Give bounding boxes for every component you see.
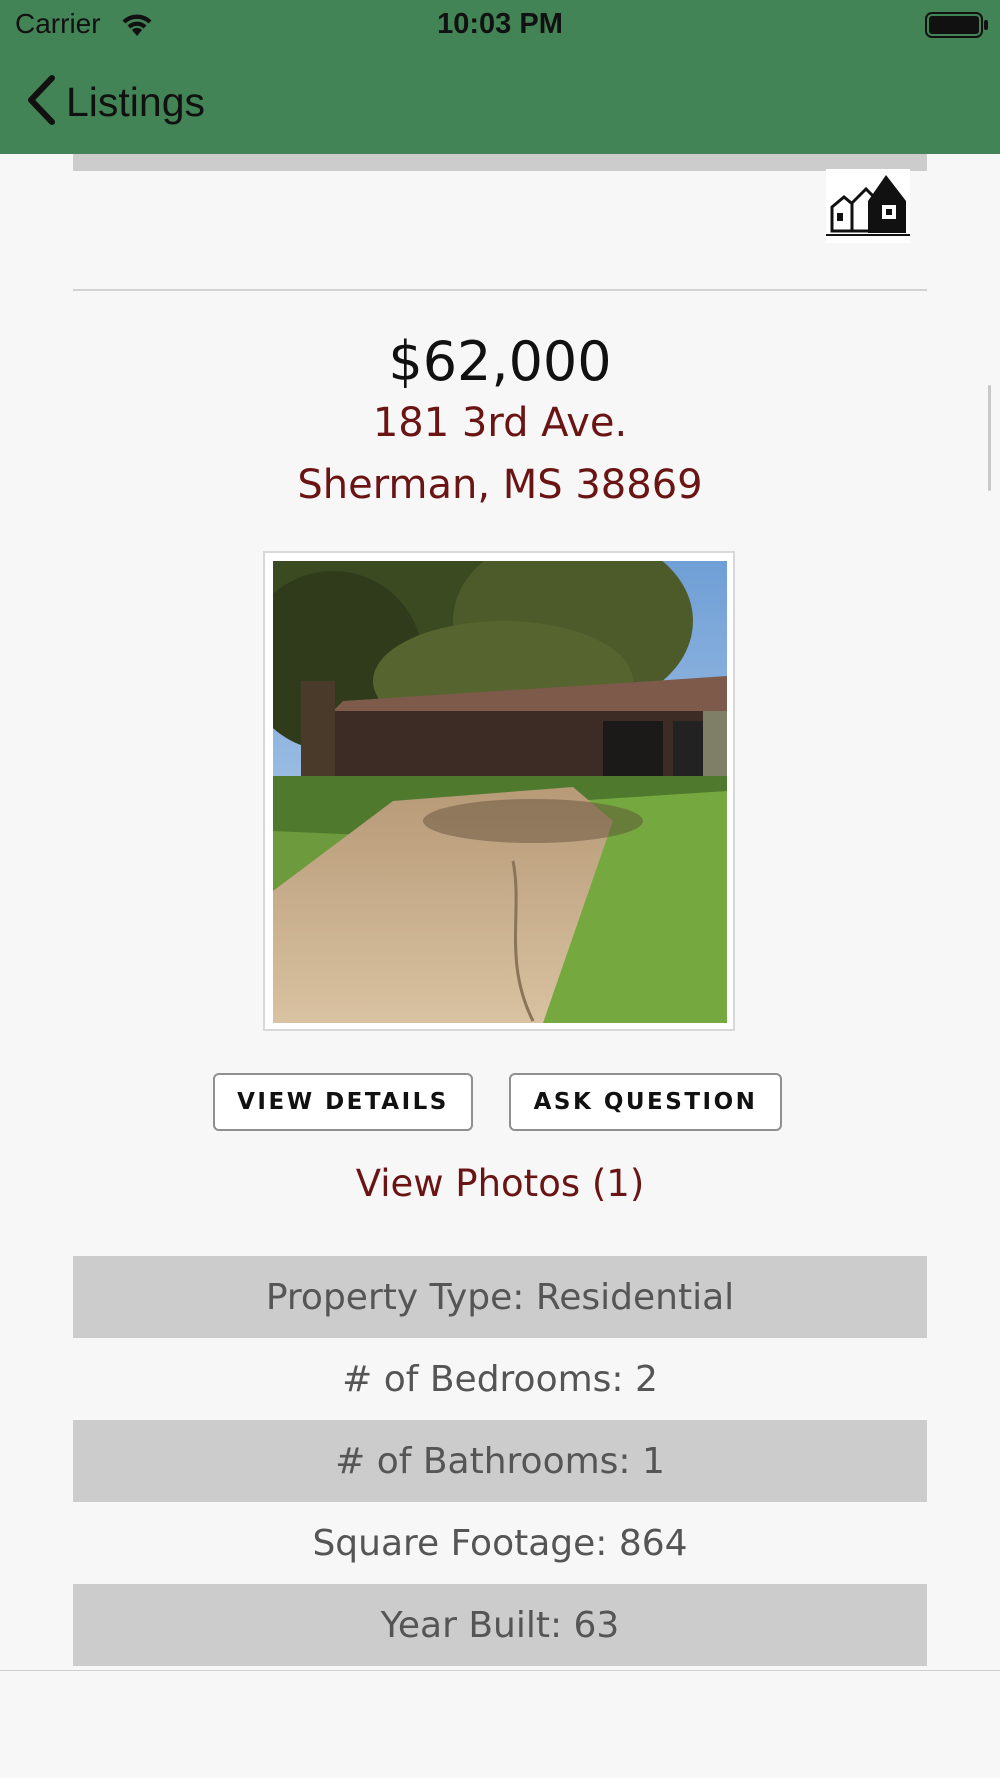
back-label: Listings xyxy=(66,78,206,125)
view-details-button[interactable]: VIEW DETAILS xyxy=(213,1073,473,1131)
bottom-toolbar-divider xyxy=(0,1670,1000,1671)
detail-property-type: Property Type: Residential xyxy=(73,1256,927,1338)
view-photos-link[interactable]: View Photos (1) xyxy=(0,1162,1000,1205)
detail-bathrooms: # of Bathrooms: 1 xyxy=(73,1420,927,1502)
address-line-1: 181 3rd Ave. xyxy=(372,400,628,446)
status-bar: Carrier 10:03 PM xyxy=(0,0,1000,50)
listing-photo[interactable] xyxy=(273,561,727,1023)
address-line-2: Sherman, MS 38869 xyxy=(297,462,703,508)
battery-icon xyxy=(925,12,989,42)
back-chevron-icon xyxy=(26,75,56,129)
detail-year-built: Year Built: 63 xyxy=(73,1584,927,1666)
listing-content[interactable]: $62,000 181 3rd Ave. Sherman, MS 38869 V… xyxy=(0,154,1000,1670)
previous-section-strip xyxy=(73,154,927,171)
ask-question-button[interactable]: ASK QUESTION xyxy=(509,1073,782,1131)
nav-bar: Listings xyxy=(0,60,1000,140)
section-divider xyxy=(73,289,927,291)
navigation-header: Carrier 10:03 PM Listings xyxy=(0,0,1000,154)
listing-price: $62,000 xyxy=(388,330,612,393)
detail-bedrooms: # of Bedrooms: 2 xyxy=(342,1358,658,1400)
house-logo-icon xyxy=(826,169,910,243)
listing-photo-frame[interactable] xyxy=(263,551,735,1031)
back-button[interactable]: Listings xyxy=(26,74,205,130)
detail-square-footage: Square Footage: 864 xyxy=(312,1522,688,1564)
status-time: 10:03 PM xyxy=(437,8,563,40)
scroll-indicator[interactable] xyxy=(988,385,991,491)
